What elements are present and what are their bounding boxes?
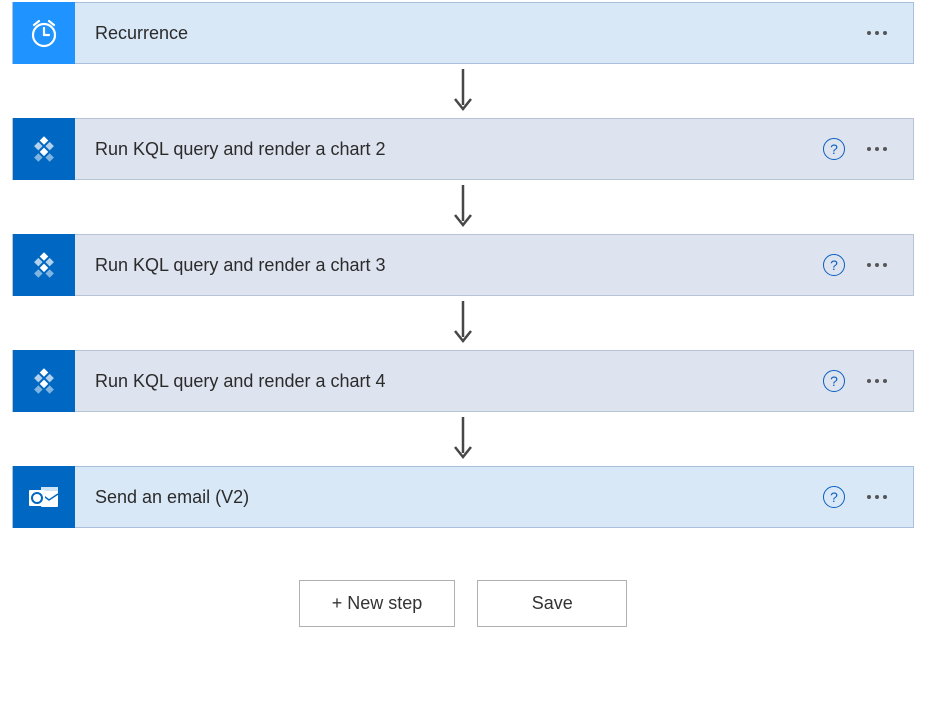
- help-icon[interactable]: ?: [823, 138, 845, 160]
- step-kql-4[interactable]: Run KQL query and render a chart 4 ?: [12, 350, 914, 412]
- help-icon[interactable]: ?: [823, 370, 845, 392]
- ade-icon-box: [13, 234, 75, 296]
- step-title: Run KQL query and render a chart 3: [75, 255, 823, 276]
- arrow-connector: [2, 296, 924, 350]
- outlook-icon: [25, 478, 63, 516]
- help-icon[interactable]: ?: [823, 254, 845, 276]
- ade-icon-box: [13, 118, 75, 180]
- more-menu-button[interactable]: [863, 27, 891, 39]
- more-menu-button[interactable]: [863, 375, 891, 387]
- step-title: Run KQL query and render a chart 2: [75, 139, 823, 160]
- clock-icon: [26, 15, 62, 51]
- ade-icon-box: [13, 350, 75, 412]
- more-menu-button[interactable]: [863, 259, 891, 271]
- step-actions: ?: [823, 138, 913, 160]
- step-kql-2[interactable]: Run KQL query and render a chart 2 ?: [12, 118, 914, 180]
- new-step-button[interactable]: + New step: [299, 580, 456, 627]
- step-title: Run KQL query and render a chart 4: [75, 371, 823, 392]
- step-actions: [863, 27, 913, 39]
- step-actions: ?: [823, 254, 913, 276]
- step-actions: ?: [823, 486, 913, 508]
- data-explorer-icon: [23, 244, 65, 286]
- step-title: Recurrence: [75, 23, 863, 44]
- flow-container: Recurrence Run KQL query and render a ch…: [2, 2, 924, 627]
- data-explorer-icon: [23, 128, 65, 170]
- more-menu-button[interactable]: [863, 491, 891, 503]
- arrow-connector: [2, 412, 924, 466]
- step-recurrence[interactable]: Recurrence: [12, 2, 914, 64]
- arrow-connector: [2, 180, 924, 234]
- arrow-connector: [2, 64, 924, 118]
- step-title: Send an email (V2): [75, 487, 823, 508]
- more-menu-button[interactable]: [863, 143, 891, 155]
- button-row: + New step Save: [2, 580, 924, 627]
- step-send-email[interactable]: Send an email (V2) ?: [12, 466, 914, 528]
- outlook-icon-box: [13, 466, 75, 528]
- recurrence-icon-box: [13, 2, 75, 64]
- save-button[interactable]: Save: [477, 580, 627, 627]
- step-kql-3[interactable]: Run KQL query and render a chart 3 ?: [12, 234, 914, 296]
- data-explorer-icon: [23, 360, 65, 402]
- step-actions: ?: [823, 370, 913, 392]
- help-icon[interactable]: ?: [823, 486, 845, 508]
